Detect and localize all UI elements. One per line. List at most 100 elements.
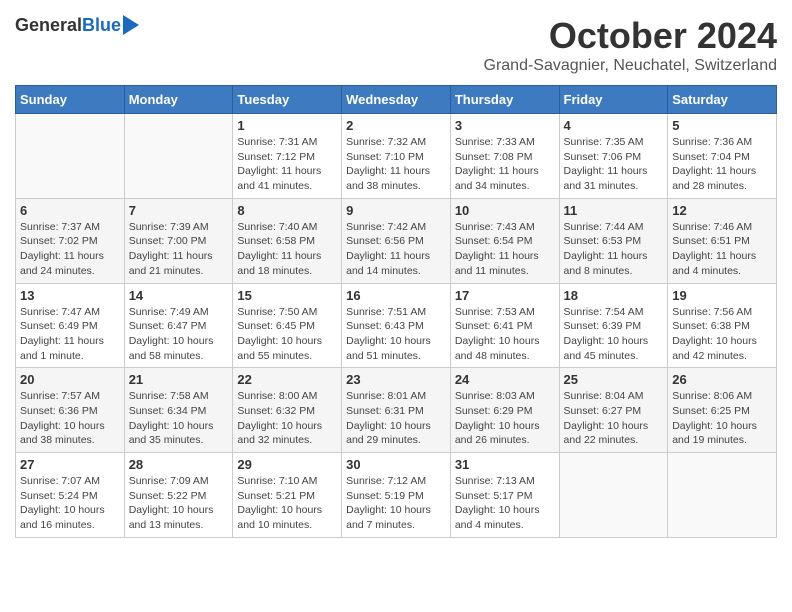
- calendar-cell: 3 Sunrise: 7:33 AMSunset: 7:08 PMDaylight…: [450, 114, 559, 199]
- day-info: Sunrise: 7:54 AMSunset: 6:39 PMDaylight:…: [564, 305, 664, 364]
- day-info: Sunrise: 7:47 AMSunset: 6:49 PMDaylight:…: [20, 305, 120, 364]
- calendar-cell: 18 Sunrise: 7:54 AMSunset: 6:39 PMDayligh…: [559, 283, 668, 368]
- day-number: 8: [237, 203, 337, 218]
- calendar-cell: 9Sunrise: 7:42 AMSunset: 6:56 PMDaylight…: [342, 198, 451, 283]
- calendar-week-2: 13 Sunrise: 7:47 AMSunset: 6:49 PMDayligh…: [16, 283, 777, 368]
- day-number: 14: [129, 288, 229, 303]
- day-number: 28: [129, 457, 229, 472]
- day-info: Sunrise: 7:40 AMSunset: 6:58 PMDaylight:…: [237, 220, 337, 279]
- day-number: 3: [455, 118, 555, 133]
- day-number: 5: [672, 118, 772, 133]
- calendar-cell: 7 Sunrise: 7:39 AMSunset: 7:00 PMDaylight…: [124, 198, 233, 283]
- calendar-cell: 28Sunrise: 7:09 AMSunset: 5:22 PMDayligh…: [124, 453, 233, 538]
- day-info: Sunrise: 7:51 AMSunset: 6:43 PMDaylight:…: [346, 305, 446, 364]
- calendar-table: SundayMondayTuesdayWednesdayThursdayFrid…: [15, 85, 777, 538]
- day-number: 21: [129, 372, 229, 387]
- day-number: 16: [346, 288, 446, 303]
- day-number: 27: [20, 457, 120, 472]
- calendar-cell: 21 Sunrise: 7:58 AMSunset: 6:34 PMDayligh…: [124, 368, 233, 453]
- day-info: Sunrise: 7:37 AMSunset: 7:02 PMDaylight:…: [20, 220, 120, 279]
- calendar-cell: 2Sunrise: 7:32 AMSunset: 7:10 PMDaylight…: [342, 114, 451, 199]
- month-title: October 2024: [484, 15, 778, 57]
- day-number: 17: [455, 288, 555, 303]
- title-section: October 2024 Grand-Savagnier, Neuchatel,…: [484, 15, 778, 75]
- calendar-cell: 12 Sunrise: 7:46 AMSunset: 6:51 PMDayligh…: [668, 198, 777, 283]
- calendar-week-1: 6Sunrise: 7:37 AMSunset: 7:02 PMDaylight…: [16, 198, 777, 283]
- calendar-cell: 29Sunrise: 7:10 AMSunset: 5:21 PMDayligh…: [233, 453, 342, 538]
- calendar-cell: 14 Sunrise: 7:49 AMSunset: 6:47 PMDayligh…: [124, 283, 233, 368]
- day-info: Sunrise: 7:46 AMSunset: 6:51 PMDaylight:…: [672, 220, 772, 279]
- day-info: Sunrise: 7:53 AMSunset: 6:41 PMDaylight:…: [455, 305, 555, 364]
- day-info: Sunrise: 7:50 AMSunset: 6:45 PMDaylight:…: [237, 305, 337, 364]
- calendar-cell: 13 Sunrise: 7:47 AMSunset: 6:49 PMDayligh…: [16, 283, 125, 368]
- day-number: 18: [564, 288, 664, 303]
- calendar-cell: [124, 114, 233, 199]
- day-number: 30: [346, 457, 446, 472]
- calendar-cell: 23Sunrise: 8:01 AMSunset: 6:31 PMDayligh…: [342, 368, 451, 453]
- day-number: 20: [20, 372, 120, 387]
- day-info: Sunrise: 7:12 AMSunset: 5:19 PMDaylight:…: [346, 474, 446, 533]
- calendar-cell: 6Sunrise: 7:37 AMSunset: 7:02 PMDaylight…: [16, 198, 125, 283]
- logo-blue-text: Blue: [82, 15, 121, 36]
- header-day-thursday: Thursday: [450, 86, 559, 114]
- day-number: 31: [455, 457, 555, 472]
- day-number: 10: [455, 203, 555, 218]
- calendar-cell: 25Sunrise: 8:04 AMSunset: 6:27 PMDayligh…: [559, 368, 668, 453]
- calendar-cell: 26 Sunrise: 8:06 AMSunset: 6:25 PMDayligh…: [668, 368, 777, 453]
- day-info: Sunrise: 7:44 AMSunset: 6:53 PMDaylight:…: [564, 220, 664, 279]
- page-header: General Blue October 2024 Grand-Savagnie…: [15, 15, 777, 75]
- day-number: 23: [346, 372, 446, 387]
- header-day-monday: Monday: [124, 86, 233, 114]
- day-number: 13: [20, 288, 120, 303]
- day-info: Sunrise: 7:35 AMSunset: 7:06 PMDaylight:…: [564, 135, 664, 194]
- day-info: Sunrise: 8:06 AMSunset: 6:25 PMDaylight:…: [672, 389, 772, 448]
- day-info: Sunrise: 7:13 AMSunset: 5:17 PMDaylight:…: [455, 474, 555, 533]
- calendar-cell: 24Sunrise: 8:03 AMSunset: 6:29 PMDayligh…: [450, 368, 559, 453]
- day-number: 4: [564, 118, 664, 133]
- calendar-cell: 31 Sunrise: 7:13 AMSunset: 5:17 PMDayligh…: [450, 453, 559, 538]
- calendar-body: 1Sunrise: 7:31 AMSunset: 7:12 PMDaylight…: [16, 114, 777, 538]
- logo-general-text: General: [15, 15, 82, 36]
- day-info: Sunrise: 7:57 AMSunset: 6:36 PMDaylight:…: [20, 389, 120, 448]
- calendar-cell: 30 Sunrise: 7:12 AMSunset: 5:19 PMDayligh…: [342, 453, 451, 538]
- logo-arrow-icon: [123, 15, 139, 35]
- header-day-tuesday: Tuesday: [233, 86, 342, 114]
- day-number: 26: [672, 372, 772, 387]
- calendar-header: SundayMondayTuesdayWednesdayThursdayFrid…: [16, 86, 777, 114]
- day-info: Sunrise: 7:56 AMSunset: 6:38 PMDaylight:…: [672, 305, 772, 364]
- logo: General Blue: [15, 15, 139, 36]
- day-number: 25: [564, 372, 664, 387]
- day-number: 12: [672, 203, 772, 218]
- header-day-saturday: Saturday: [668, 86, 777, 114]
- day-number: 15: [237, 288, 337, 303]
- calendar-week-0: 1Sunrise: 7:31 AMSunset: 7:12 PMDaylight…: [16, 114, 777, 199]
- calendar-cell: 1Sunrise: 7:31 AMSunset: 7:12 PMDaylight…: [233, 114, 342, 199]
- calendar-cell: 22 Sunrise: 8:00 AMSunset: 6:32 PMDayligh…: [233, 368, 342, 453]
- day-info: Sunrise: 7:31 AMSunset: 7:12 PMDaylight:…: [237, 135, 337, 194]
- day-number: 7: [129, 203, 229, 218]
- day-info: Sunrise: 7:33 AMSunset: 7:08 PMDaylight:…: [455, 135, 555, 194]
- day-info: Sunrise: 7:07 AMSunset: 5:24 PMDaylight:…: [20, 474, 120, 533]
- calendar-cell: 16 Sunrise: 7:51 AMSunset: 6:43 PMDayligh…: [342, 283, 451, 368]
- day-number: 11: [564, 203, 664, 218]
- day-number: 9: [346, 203, 446, 218]
- day-info: Sunrise: 7:32 AMSunset: 7:10 PMDaylight:…: [346, 135, 446, 194]
- calendar-cell: [668, 453, 777, 538]
- calendar-cell: 27 Sunrise: 7:07 AMSunset: 5:24 PMDayligh…: [16, 453, 125, 538]
- day-info: Sunrise: 8:00 AMSunset: 6:32 PMDaylight:…: [237, 389, 337, 448]
- calendar-cell: [16, 114, 125, 199]
- day-number: 22: [237, 372, 337, 387]
- calendar-cell: 10 Sunrise: 7:43 AMSunset: 6:54 PMDayligh…: [450, 198, 559, 283]
- location-subtitle: Grand-Savagnier, Neuchatel, Switzerland: [484, 57, 778, 75]
- calendar-cell: 5 Sunrise: 7:36 AMSunset: 7:04 PMDaylight…: [668, 114, 777, 199]
- calendar-week-4: 27 Sunrise: 7:07 AMSunset: 5:24 PMDayligh…: [16, 453, 777, 538]
- day-info: Sunrise: 8:03 AMSunset: 6:29 PMDaylight:…: [455, 389, 555, 448]
- day-info: Sunrise: 7:43 AMSunset: 6:54 PMDaylight:…: [455, 220, 555, 279]
- calendar-cell: 11 Sunrise: 7:44 AMSunset: 6:53 PMDayligh…: [559, 198, 668, 283]
- day-info: Sunrise: 7:36 AMSunset: 7:04 PMDaylight:…: [672, 135, 772, 194]
- calendar-cell: 20 Sunrise: 7:57 AMSunset: 6:36 PMDayligh…: [16, 368, 125, 453]
- day-info: Sunrise: 7:58 AMSunset: 6:34 PMDaylight:…: [129, 389, 229, 448]
- day-info: Sunrise: 7:49 AMSunset: 6:47 PMDaylight:…: [129, 305, 229, 364]
- calendar-week-3: 20 Sunrise: 7:57 AMSunset: 6:36 PMDayligh…: [16, 368, 777, 453]
- day-info: Sunrise: 7:39 AMSunset: 7:00 PMDaylight:…: [129, 220, 229, 279]
